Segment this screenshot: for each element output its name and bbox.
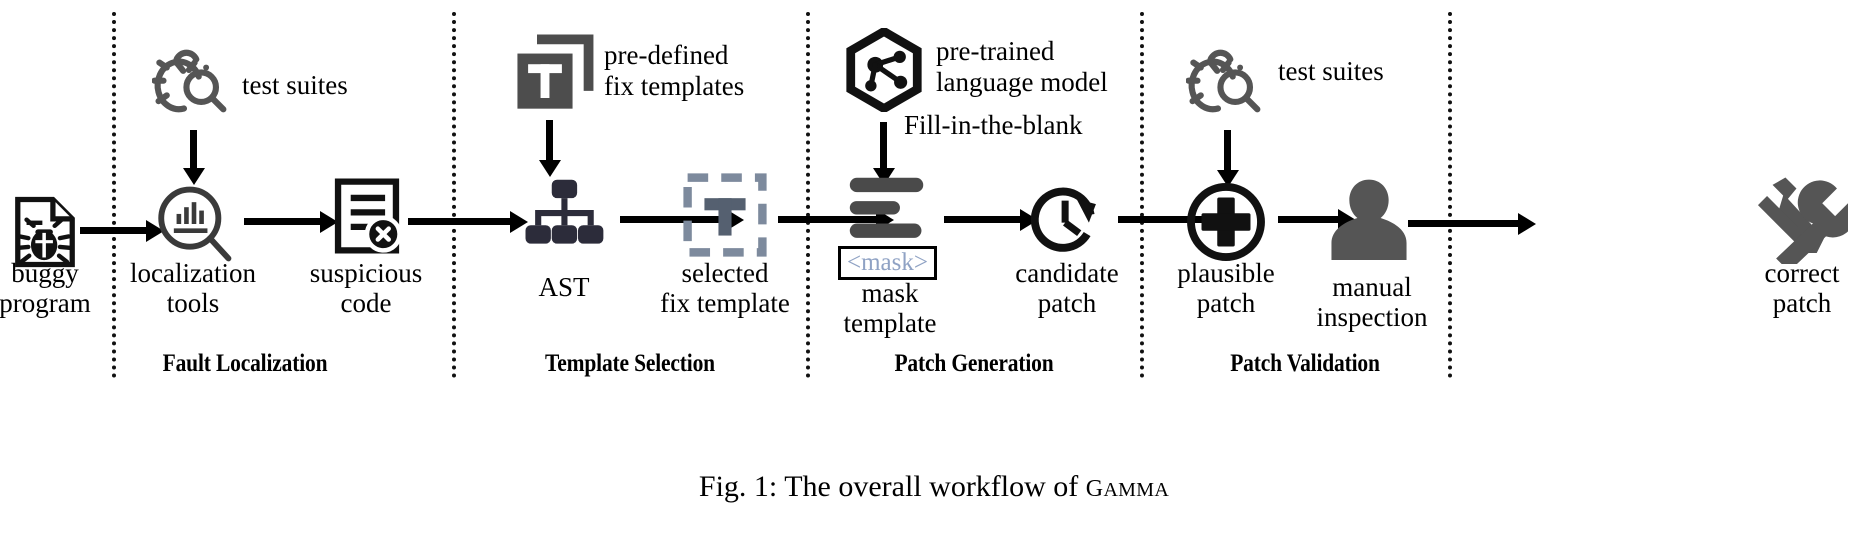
arrow-tests-to-plausible <box>1224 130 1231 172</box>
figure-caption: Fig. 1: The overall workflow of GAMMA <box>0 470 1868 504</box>
stage-label-patch-validation: Patch Validation <box>1230 350 1380 377</box>
correct-patch-label-line2: patch <box>1772 288 1832 318</box>
manual-inspection-label-line2: inspection <box>1316 302 1428 332</box>
candidate-patch-label-line1: candidate <box>1015 258 1119 288</box>
arrow-tests-to-localization <box>190 130 197 170</box>
localization-tools-label-line2: tools <box>166 288 220 318</box>
buggy-program-label: buggy program <box>0 258 100 318</box>
arrow-manual-to-correct <box>1408 220 1520 227</box>
mask-template-label-line2: template <box>843 308 937 338</box>
manual-inspection-label-line1: manual <box>1332 272 1412 302</box>
suspicious-code-label-line1: suspicious <box>309 258 423 288</box>
stage-label-patch-generation: Patch Generation <box>894 350 1054 377</box>
language-model-label-line2: language model <box>936 67 1108 97</box>
divider-2 <box>452 12 456 378</box>
selected-fix-template-label-line1: selected <box>681 258 769 288</box>
plausible-patch-label-line2: patch <box>1196 288 1256 318</box>
selected-fix-template-label-line2: fix template <box>660 288 790 318</box>
correct-patch-label: correct patch <box>1738 258 1866 318</box>
fill-in-the-blank-annotation: Fill-in-the-blank <box>904 110 1083 140</box>
wrench-screwdriver-icon <box>1756 172 1848 264</box>
correct-patch-label-line1: correct <box>1764 258 1840 288</box>
clock-history-icon <box>1022 176 1110 264</box>
arrow-plm-to-mask <box>880 122 887 170</box>
fix-templates-label: pre-defined fix templates <box>604 40 784 102</box>
suspicious-code-label: suspicious code <box>290 258 442 318</box>
suspicious-code-label-line2: code <box>340 288 392 318</box>
figure-caption-subject: GAMMA <box>1085 476 1170 502</box>
arrow-localization-to-suspicious <box>244 218 322 225</box>
fix-templates-label-line1: pre-defined <box>604 40 729 70</box>
magnifier-chart-icon <box>152 180 236 268</box>
candidate-patch-label: candidate patch <box>992 258 1142 318</box>
figure-caption-prefix: Fig. 1: The overall workflow of <box>698 470 1086 503</box>
buggy-program-label-line2: program <box>0 288 91 318</box>
arrow-suspicious-to-ast <box>408 218 512 225</box>
bug-magnifier-icon <box>1186 38 1268 120</box>
hexagon-network-icon <box>842 28 926 112</box>
language-model-label: pre-trained language model <box>936 36 1156 98</box>
ast-label: AST <box>504 272 624 302</box>
divider-3 <box>806 12 810 378</box>
ast-label-line1: AST <box>538 272 590 302</box>
mask-token-chip: <mask> <box>838 246 937 280</box>
stage-label-template-selection: Template Selection <box>545 350 715 377</box>
plausible-patch-label: plausible patch <box>1152 258 1300 318</box>
mask-template-label-line1: mask <box>861 278 919 308</box>
stage-label-fault-localization: Fault Localization <box>162 350 328 377</box>
test-suites-fl-label: test suites <box>242 70 348 100</box>
test-suites-pv-label: test suites <box>1278 56 1384 86</box>
person-silhouette-icon <box>1326 176 1412 260</box>
arrow-buggy-to-localization <box>80 227 148 234</box>
divider-1 <box>112 12 116 378</box>
figure-canvas: test suites buggy program localization t… <box>0 0 1868 550</box>
document-error-icon <box>334 178 400 254</box>
circle-plus-icon <box>1184 180 1268 264</box>
arrow-mask-to-candidate <box>944 216 1022 223</box>
fix-templates-label-line2: fix templates <box>604 71 745 101</box>
selected-fix-template-label: selected fix template <box>648 258 802 318</box>
bug-magnifier-icon <box>152 38 234 120</box>
buggy-program-label-line1: buggy <box>11 258 79 288</box>
candidate-patch-label-line2: patch <box>1037 288 1097 318</box>
localization-tools-label-line1: localization <box>130 258 256 288</box>
mask-template-label: mask template <box>820 278 960 338</box>
manual-inspection-label: manual inspection <box>1292 272 1452 332</box>
tree-hierarchy-icon <box>518 178 610 248</box>
plausible-patch-label-line1: plausible <box>1177 258 1275 288</box>
dashed-template-t-icon <box>682 172 768 258</box>
arrow-templates-to-ast <box>546 120 553 162</box>
template-stack-t-icon <box>512 34 594 114</box>
localization-tools-label: localization tools <box>118 258 268 318</box>
language-model-label-line1: pre-trained <box>936 36 1055 66</box>
